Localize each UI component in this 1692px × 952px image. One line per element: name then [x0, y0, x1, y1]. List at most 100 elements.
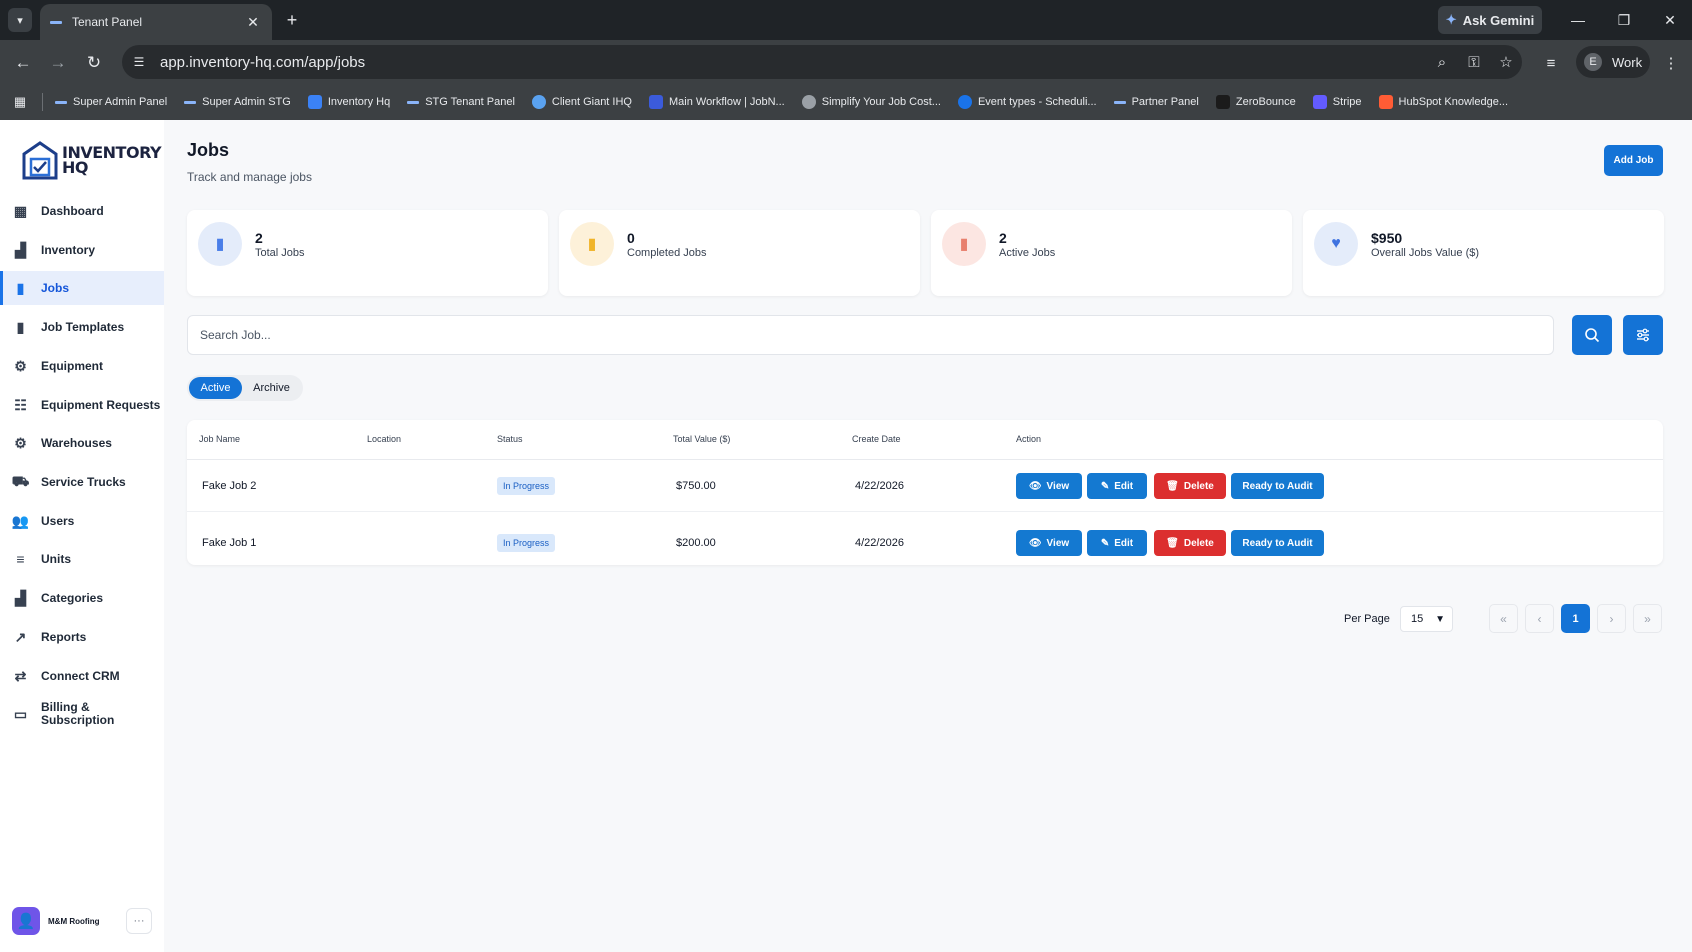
- edit-button[interactable]: ✎ Edit: [1087, 530, 1147, 556]
- browser-tab-strip: ▾ Tenant Panel ✕ + ✦ Ask Gemini — ❐ ✕: [0, 0, 1692, 40]
- total-value-cell: $750.00: [676, 480, 716, 492]
- url-text[interactable]: app.inventory-hq.com/app/jobs: [156, 54, 1426, 71]
- view-button-label: View: [1046, 537, 1070, 549]
- search-input[interactable]: [200, 328, 1553, 342]
- account-name: M&M Roofing: [48, 916, 100, 926]
- browser-toolbar: ← → ↻ ☰ app.inventory-hq.com/app/jobs ⌕ …: [0, 40, 1692, 84]
- bookmark-item[interactable]: Client Giant IHQ: [531, 95, 632, 109]
- page-title: Jobs: [187, 140, 230, 160]
- tab-search-chevron-icon[interactable]: ▾: [8, 8, 32, 32]
- bookmark-item[interactable]: Partner Panel: [1113, 96, 1199, 108]
- per-page-value: 15: [1411, 613, 1424, 625]
- forward-arrow-icon[interactable]: →: [45, 50, 71, 76]
- add-job-button[interactable]: Add Job: [1604, 145, 1663, 176]
- sidebar-item-connect-crm[interactable]: ⇄ Connect CRM: [0, 659, 164, 693]
- sidebar-item-jobs[interactable]: ▮ Jobs: [0, 271, 164, 305]
- bookmark-label: Inventory Hq: [327, 96, 391, 108]
- back-arrow-icon[interactable]: ←: [10, 50, 36, 76]
- job-name-cell: Fake Job 2: [202, 480, 257, 492]
- view-button[interactable]: 👁 View: [1016, 530, 1082, 556]
- sidebar-item-users[interactable]: 👥 Users: [0, 504, 164, 538]
- bookmark-item[interactable]: Inventory Hq: [307, 95, 391, 109]
- bookmark-item[interactable]: Stripe: [1312, 95, 1362, 109]
- bookmark-label: Super Admin STG: [202, 96, 291, 108]
- sidebar-item-units[interactable]: ≡ Units: [0, 542, 164, 576]
- close-window-icon[interactable]: ✕: [1656, 8, 1684, 32]
- sidebar-item-service-trucks[interactable]: ⛟ Service Trucks: [0, 465, 164, 499]
- sidebar-item-label: Connect CRM: [41, 669, 120, 683]
- bookmark-item[interactable]: Event types - Scheduli...: [957, 95, 1097, 109]
- edit-button[interactable]: ✎ Edit: [1087, 473, 1147, 499]
- sidebar-item-label: Categories: [41, 591, 104, 605]
- sidebar-item-label: Warehouses: [41, 436, 112, 450]
- address-bar[interactable]: ☰ app.inventory-hq.com/app/jobs ⌕ ⚿ ☆: [122, 45, 1522, 79]
- apps-grid-icon[interactable]: ▦: [10, 92, 30, 112]
- last-page-button[interactable]: »: [1633, 604, 1662, 633]
- sidebar-item-label: Users: [41, 514, 75, 528]
- next-page-button[interactable]: ›: [1597, 604, 1626, 633]
- bookmark-item[interactable]: STG Tenant Panel: [407, 96, 515, 108]
- browser-tab[interactable]: Tenant Panel ✕: [40, 4, 272, 40]
- first-page-button[interactable]: «: [1489, 604, 1518, 633]
- restore-window-icon[interactable]: ❐: [1610, 8, 1638, 32]
- app-viewport: INVENTORY HQ 👤 M&M Roofing ··· ▦ Dashboar…: [0, 120, 1692, 952]
- bookmark-item[interactable]: Main Workflow | JobN...: [648, 95, 785, 109]
- minimize-icon[interactable]: —: [1564, 8, 1592, 32]
- reload-icon[interactable]: ↻: [81, 50, 107, 76]
- trash-icon: 🗑: [1166, 537, 1179, 549]
- ready-to-audit-button[interactable]: Ready to Audit: [1231, 530, 1324, 556]
- inventory-hq-logo[interactable]: INVENTORY HQ: [22, 140, 162, 180]
- sliders-icon: [1637, 328, 1649, 342]
- current-account[interactable]: 👤 M&M Roofing ···: [12, 906, 152, 936]
- sidebar-item-inventory[interactable]: ▟ Inventory: [0, 233, 164, 267]
- prev-page-button[interactable]: ‹: [1525, 604, 1554, 633]
- sidebar-item-equipment-requests[interactable]: ☷ Equipment Requests: [0, 388, 164, 422]
- zoom-magnifier-icon[interactable]: ⌕: [1426, 45, 1458, 79]
- tab-close-icon[interactable]: ✕: [244, 14, 262, 31]
- create-date-cell: 4/22/2026: [855, 480, 904, 492]
- create-date-cell: 4/22/2026: [855, 537, 904, 549]
- sidebar-item-warehouses[interactable]: ⚙ Warehouses: [0, 426, 164, 460]
- search-button[interactable]: [1572, 315, 1612, 355]
- sidebar-item-label: Job Templates: [41, 320, 125, 334]
- sidebar-item-equipment[interactable]: ⚙ Equipment: [0, 349, 164, 383]
- bookmark-label: Client Giant IHQ: [551, 96, 632, 108]
- briefcase-icon: ▮: [16, 279, 25, 296]
- tab-active[interactable]: Active: [189, 377, 243, 399]
- reading-list-icon[interactable]: ≡: [1538, 50, 1564, 76]
- search-box[interactable]: [187, 315, 1554, 355]
- delete-button[interactable]: 🗑 Delete: [1154, 530, 1226, 556]
- bookmark-label: Simplify Your Job Cost...: [821, 96, 941, 108]
- site-settings-icon[interactable]: ☰: [122, 45, 156, 79]
- bookmark-item[interactable]: ZeroBounce: [1215, 95, 1296, 109]
- per-page-select[interactable]: 15 ▼: [1400, 606, 1453, 632]
- delete-button[interactable]: 🗑 Delete: [1154, 473, 1226, 499]
- bookmark-item[interactable]: Simplify Your Job Cost...: [801, 95, 941, 109]
- connect-icon: ⇄: [14, 667, 27, 684]
- browser-menu-kebab-icon[interactable]: ⋮: [1658, 50, 1684, 76]
- sidebar-item-categories[interactable]: ▟ Categories: [0, 581, 164, 615]
- page-1-button[interactable]: 1: [1561, 604, 1590, 633]
- password-key-icon[interactable]: ⚿: [1458, 45, 1490, 79]
- bookmark-item[interactable]: Super Admin Panel: [55, 96, 167, 108]
- job-status-toggle: Active Archive: [187, 375, 303, 401]
- ask-gemini-label: Ask Gemini: [1462, 12, 1535, 28]
- view-button[interactable]: 👁 View: [1016, 473, 1082, 499]
- filter-button[interactable]: [1623, 315, 1663, 355]
- sidebar-item-billing[interactable]: ▭ Billing & Subscription: [0, 697, 164, 731]
- list-icon: ☷: [14, 396, 27, 413]
- ready-to-audit-button[interactable]: Ready to Audit: [1231, 473, 1324, 499]
- ask-gemini-button[interactable]: ✦ Ask Gemini: [1438, 6, 1542, 34]
- column-header: Job Name: [199, 434, 241, 444]
- profile-chip[interactable]: E Work: [1576, 46, 1650, 78]
- sidebar-item-job-templates[interactable]: ▮ Job Templates: [0, 310, 164, 344]
- account-more-button[interactable]: ···: [126, 908, 152, 934]
- bookmark-star-icon[interactable]: ☆: [1490, 45, 1522, 79]
- bookmark-item[interactable]: Super Admin STG: [184, 96, 291, 108]
- sidebar-item-dashboard[interactable]: ▦ Dashboard: [0, 194, 164, 228]
- sidebar-item-reports[interactable]: ↗ Reports: [0, 620, 164, 654]
- tab-archive[interactable]: Archive: [242, 377, 301, 399]
- new-tab-plus-icon[interactable]: +: [280, 8, 304, 32]
- profile-label: Work: [1612, 54, 1643, 70]
- bookmark-item[interactable]: HubSpot Knowledge...: [1378, 95, 1508, 109]
